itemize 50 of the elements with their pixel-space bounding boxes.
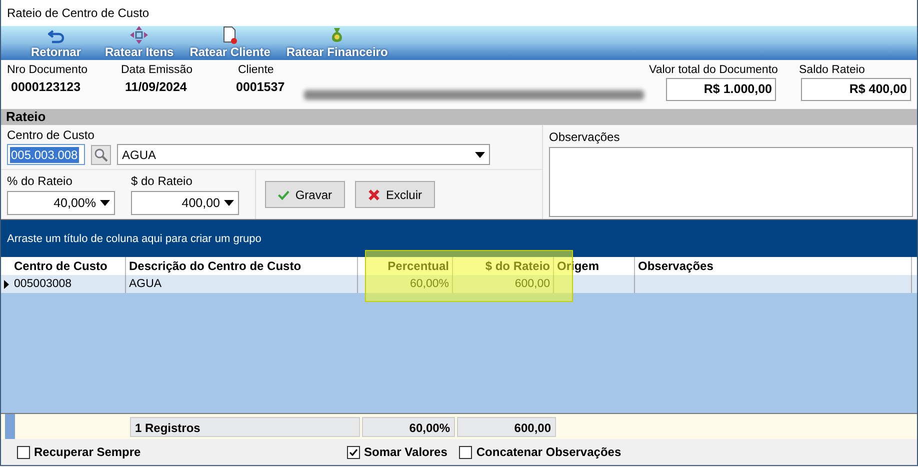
- issue-date: 11/09/2024: [124, 80, 188, 94]
- amount-field[interactable]: 400,00: [131, 191, 239, 215]
- form-button[interactable]: Excluir: [355, 181, 435, 208]
- cost-center-code-field[interactable]: 005.003.008: [7, 144, 85, 165]
- field-label: Cliente: [237, 64, 275, 76]
- cross-icon: [368, 188, 380, 202]
- field-label: Nro Documento: [7, 64, 89, 76]
- checkbox[interactable]: [17, 446, 30, 458]
- checkbox-option[interactable]: Concatenar Observações: [459, 445, 622, 459]
- summary-cell: 60,00%: [362, 416, 455, 436]
- dropdown-caret-icon: [100, 200, 110, 206]
- table-row[interactable]: 005003008 AGUA 60,00% 600,00: [1, 275, 917, 293]
- table-cell: 60,00%: [358, 275, 453, 293]
- checkbox[interactable]: [347, 446, 360, 458]
- form-button[interactable]: Gravar: [265, 181, 345, 208]
- dropdown-caret-icon: [475, 152, 485, 158]
- document-icon: [222, 26, 238, 44]
- checkmark-icon: [349, 448, 358, 456]
- table-cell: 005003008: [11, 275, 126, 293]
- notes-field[interactable]: [549, 147, 913, 217]
- search-button[interactable]: [91, 144, 111, 164]
- document-number: 0000123123: [10, 80, 82, 94]
- dropdown-caret-icon: [224, 200, 234, 206]
- move-arrows-icon: [130, 26, 148, 44]
- row-pointer-icon: [4, 280, 8, 288]
- row-indicator-bar: [5, 414, 15, 439]
- section-title: Rateio: [1, 109, 917, 125]
- client-code: 0001537: [235, 80, 286, 94]
- checkbox[interactable]: [459, 446, 472, 458]
- summary-cell: 600,00: [457, 416, 556, 436]
- field-label: Observações: [549, 130, 621, 144]
- cost-center-dropdown[interactable]: AGUA: [117, 144, 490, 165]
- field-label: Centro de Custo: [7, 128, 96, 142]
- balance-field: R$ 400,00: [801, 78, 911, 101]
- window-title: Rateio de Centro de Custo: [1, 0, 917, 26]
- table-cell: AGUA: [126, 275, 358, 293]
- field-label: $ do Rateio: [131, 174, 194, 188]
- checkbox-option[interactable]: Recuperar Sempre: [17, 445, 239, 459]
- field-label: % do Rateio: [7, 174, 74, 188]
- return-arrow-icon: [48, 30, 64, 44]
- group-by-hint: Arraste um título de coluna aqui para criar um grupo: [1, 220, 917, 257]
- table-cell: 600,00: [453, 275, 554, 293]
- summary-cell: 1 Registros: [130, 416, 360, 436]
- search-icon: [94, 148, 108, 162]
- field-label: Data Emissão: [121, 64, 194, 76]
- total-value-field: R$ 1.000,00: [666, 78, 776, 101]
- field-label: Saldo Rateio: [799, 64, 866, 76]
- percent-field[interactable]: 40,00%: [7, 191, 115, 215]
- checkbox-option[interactable]: Somar Valores: [347, 445, 448, 459]
- field-label: Valor total do Documento: [649, 64, 779, 76]
